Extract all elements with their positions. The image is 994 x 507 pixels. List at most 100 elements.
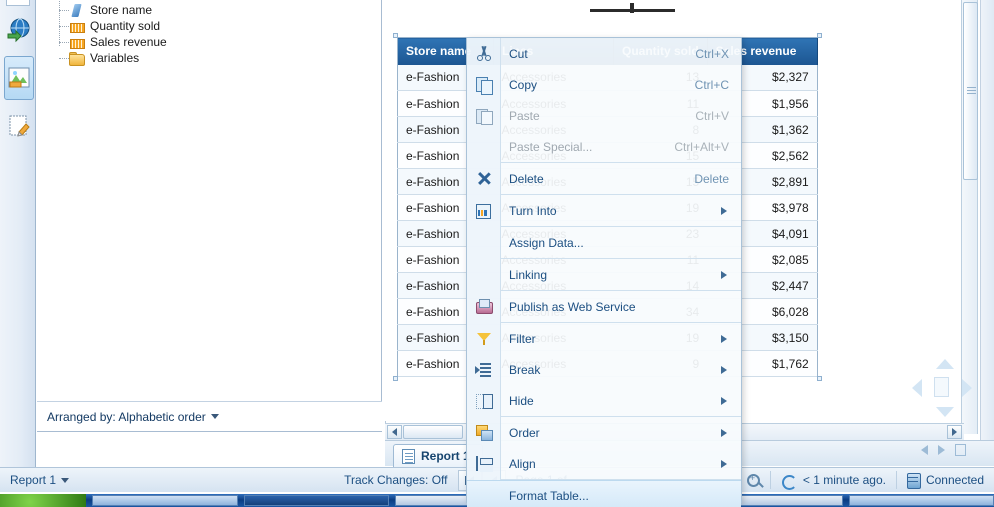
order-icon bbox=[475, 424, 493, 441]
context-menu-item-break[interactable]: Break bbox=[467, 354, 741, 385]
document-structure-panel: Store name Quantity sold Sales revenue V… bbox=[37, 0, 382, 462]
context-menu-item-label: Break bbox=[509, 362, 541, 377]
globe-icon bbox=[7, 18, 30, 43]
context-menu-item-paste-special: Paste Special... Ctrl+Alt+V bbox=[467, 131, 741, 162]
delete-icon bbox=[475, 170, 493, 187]
resize-handle-br[interactable] bbox=[816, 376, 822, 381]
measure-icon bbox=[69, 20, 85, 33]
tab-list-icon[interactable] bbox=[955, 444, 966, 456]
context-menu[interactable]: Cut Ctrl+X Copy Ctrl+C Paste Ctrl+V Paste Spec… bbox=[466, 37, 742, 507]
tab-prev-icon[interactable] bbox=[921, 445, 928, 455]
submenu-arrow-icon bbox=[721, 396, 727, 405]
horizontal-scrollbar-thumb[interactable] bbox=[403, 425, 463, 439]
context-menu-item-hide[interactable]: Hide bbox=[467, 385, 741, 416]
chevron-down-icon bbox=[210, 414, 219, 419]
context-menu-item-label: Order bbox=[509, 425, 540, 440]
nav-up-arrow-icon[interactable] bbox=[936, 359, 954, 369]
arranged-by-selector[interactable]: Arranged by: Alphabetic order bbox=[37, 401, 382, 431]
hide-icon bbox=[475, 392, 493, 409]
context-menu-item-order[interactable]: Order bbox=[467, 417, 741, 448]
context-menu-item-publish-as-web-service[interactable]: Publish as Web Service bbox=[467, 291, 741, 322]
context-menu-item-label: Format Table... bbox=[509, 488, 589, 503]
context-menu-item-label: Copy bbox=[509, 77, 538, 92]
tree-item-quantity-sold[interactable]: Quantity sold bbox=[37, 18, 381, 34]
context-menu-item-filter[interactable]: Filter bbox=[467, 323, 741, 354]
measure-icon bbox=[69, 36, 85, 49]
scroll-left-button[interactable] bbox=[387, 425, 402, 439]
track-changes-status[interactable]: Track Changes: Off bbox=[334, 468, 457, 493]
chevron-right-icon bbox=[952, 428, 957, 436]
submenu-arrow-icon bbox=[721, 428, 727, 437]
context-menu-item-turn-into[interactable]: Turn Into bbox=[467, 195, 741, 226]
tab-label: Report 1 bbox=[421, 449, 470, 463]
dimension-icon bbox=[69, 4, 84, 17]
application-window: Store name Quantity sold Sales revenue V… bbox=[0, 0, 994, 507]
copy-icon bbox=[475, 76, 493, 95]
scroll-right-button[interactable] bbox=[947, 425, 962, 439]
taskbar-item[interactable] bbox=[92, 495, 238, 506]
paste-icon bbox=[475, 107, 493, 125]
page-navigator-compass[interactable] bbox=[910, 357, 974, 419]
resize-handle-bl[interactable] bbox=[393, 376, 398, 381]
context-menu-item-label: Linking bbox=[509, 267, 548, 282]
tree-item-store-name[interactable]: Store name bbox=[37, 2, 381, 18]
context-menu-item-copy[interactable]: Copy Ctrl+C bbox=[467, 69, 741, 100]
connection-status[interactable]: Connected bbox=[897, 468, 994, 493]
connection-status-label: Connected bbox=[925, 473, 984, 487]
refresh-status-label: < 1 minute ago. bbox=[802, 473, 886, 487]
context-menu-item-label: Publish as Web Service bbox=[509, 299, 636, 314]
context-menu-item-format-table[interactable]: Format Table... bbox=[467, 480, 741, 507]
object-tree[interactable]: Store name Quantity sold Sales revenue V… bbox=[37, 0, 382, 432]
context-menu-item-align[interactable]: Align bbox=[467, 448, 741, 479]
context-menu-item-label: Paste Special... bbox=[509, 139, 593, 154]
report-view-icon[interactable] bbox=[4, 56, 34, 100]
report-selector[interactable]: Report 1 bbox=[0, 468, 79, 493]
tree-item-sales-revenue[interactable]: Sales revenue bbox=[37, 34, 381, 50]
context-menu-item-linking[interactable]: Linking bbox=[467, 259, 741, 290]
design-edit-icon[interactable] bbox=[4, 104, 34, 148]
align-icon bbox=[475, 455, 493, 472]
context-menu-item-label: Filter bbox=[509, 331, 536, 346]
taskbar-item[interactable] bbox=[243, 495, 389, 506]
start-button[interactable] bbox=[0, 494, 87, 507]
tree-item-label: Variables bbox=[90, 51, 140, 65]
context-menu-item-shortcut: Ctrl+Alt+V bbox=[674, 139, 729, 154]
picture-icon bbox=[8, 67, 30, 88]
nav-down-arrow-icon[interactable] bbox=[936, 407, 954, 417]
submenu-arrow-icon bbox=[721, 365, 727, 374]
zoom-in-icon bbox=[746, 473, 760, 487]
refresh-status[interactable]: < 1 minute ago. bbox=[771, 468, 896, 493]
rail-top-stub bbox=[6, 0, 30, 6]
tree-branch-line bbox=[59, 26, 69, 27]
selection-handle-grip[interactable] bbox=[630, 3, 634, 13]
resize-handle-tr[interactable] bbox=[816, 33, 822, 38]
context-menu-item-delete[interactable]: Delete Delete bbox=[467, 163, 741, 194]
tab-next-icon[interactable] bbox=[938, 445, 945, 455]
nav-left-arrow-icon[interactable] bbox=[912, 379, 922, 397]
tree-branch-line bbox=[59, 58, 69, 59]
web-intelligence-icon[interactable] bbox=[4, 8, 34, 52]
taskbar-item[interactable] bbox=[848, 495, 994, 506]
break-icon bbox=[475, 361, 493, 378]
context-menu-item-shortcut: Delete bbox=[694, 171, 729, 186]
nav-right-arrow-icon[interactable] bbox=[962, 379, 972, 397]
context-menu-item-assign-data[interactable]: Assign Data... bbox=[467, 227, 741, 258]
context-menu-item-label: Assign Data... bbox=[509, 235, 584, 250]
tree-item-label: Store name bbox=[90, 3, 153, 17]
tree-item-label: Quantity sold bbox=[90, 19, 161, 33]
resize-handle-tl[interactable] bbox=[393, 33, 398, 38]
refresh-icon bbox=[781, 474, 797, 490]
document-pencil-icon bbox=[9, 115, 30, 137]
tabstrip-nav-controls[interactable] bbox=[921, 444, 966, 456]
tree-item-variables[interactable]: Variables bbox=[37, 50, 381, 66]
report-document-icon bbox=[402, 448, 415, 464]
tree-branch-line bbox=[59, 42, 69, 43]
context-menu-item-label: Align bbox=[509, 456, 536, 471]
vertical-scrollbar-thumb[interactable] bbox=[963, 2, 978, 180]
turn-into-icon bbox=[475, 202, 493, 219]
context-menu-item-label: Paste bbox=[509, 108, 540, 123]
report-selector-label: Report 1 bbox=[10, 473, 57, 487]
context-menu-item-cut[interactable]: Cut Ctrl+X bbox=[467, 38, 741, 69]
scrollbar-grip-icon bbox=[967, 87, 976, 94]
folder-icon bbox=[69, 51, 85, 66]
